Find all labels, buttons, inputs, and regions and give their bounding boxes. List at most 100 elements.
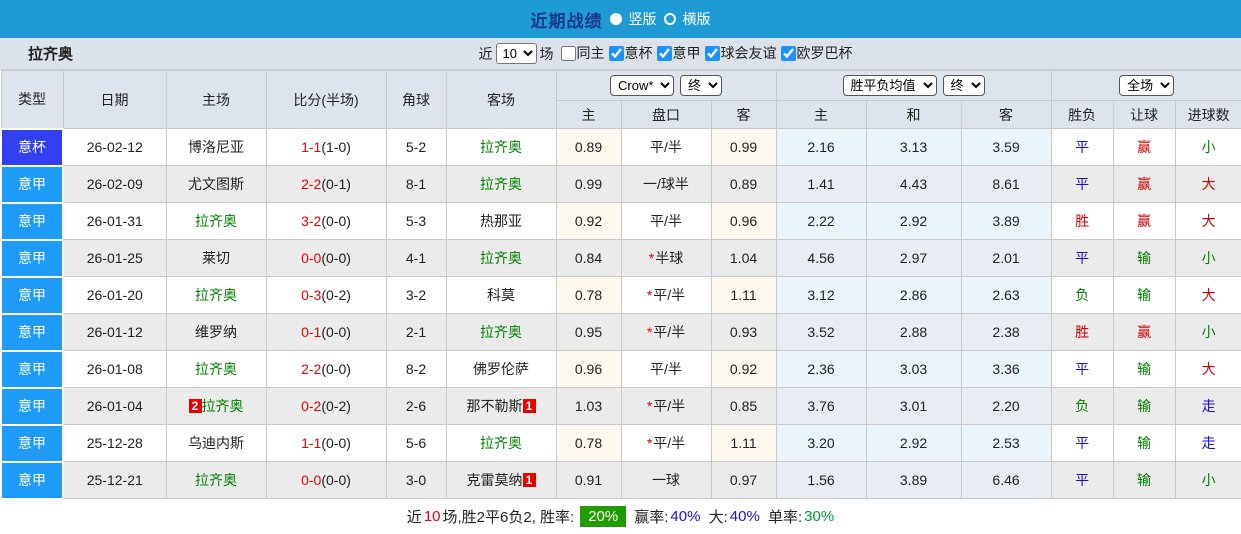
filter-checkbox[interactable]	[704, 45, 720, 61]
cell-match-type: 意甲	[0, 164, 64, 204]
cell-match-type: 意甲	[0, 201, 64, 241]
filter-checkbox[interactable]	[656, 45, 672, 61]
cell-mean-home: 1.56	[775, 461, 867, 499]
cell-mean-away: 3.89	[960, 202, 1052, 240]
cell-score: 2-2(0-1)	[265, 165, 387, 203]
cell-goals-result: 小	[1174, 313, 1241, 351]
recent-count-select[interactable]: 10	[495, 43, 537, 64]
win-label: 赢率:	[634, 509, 669, 526]
cell-match-type: 意甲	[0, 423, 64, 463]
radio-horizontal-layout[interactable]	[663, 13, 676, 25]
full-time-score: 0-1	[301, 324, 322, 340]
filter-checkbox-group[interactable]: 意杯	[608, 43, 653, 63]
filter-checkbox-group[interactable]: 欧罗巴杯	[780, 43, 853, 63]
table-row: 意甲 25-12-21 拉齐奥 0-0(0-0) 3-0 克雷莫纳 1 0.91 一球 0.97 1…	[0, 460, 1241, 500]
cell-date: 26-01-25	[62, 239, 167, 277]
cell-mean-draw: 3.03	[865, 350, 962, 388]
bookmaker-select[interactable]: Crow*	[610, 75, 675, 96]
cell-odds-away: 1.04	[710, 239, 777, 277]
filter-checkbox-group[interactable]: 同主	[560, 43, 605, 63]
cell-home-team: 2 拉齐奥	[165, 387, 267, 425]
cell-mean-draw: 3.13	[865, 128, 962, 166]
cell-odds-home: 0.99	[555, 165, 622, 203]
cell-handicap: *平/半	[620, 313, 712, 351]
half-time-score: (0-0)	[321, 213, 351, 229]
cell-match-type: 意甲	[0, 349, 64, 389]
cell-handicap-result: 赢	[1112, 128, 1176, 166]
cell-mean-draw: 2.92	[865, 202, 962, 240]
cell-mean-away: 2.20	[960, 387, 1052, 425]
results-table: 类型 日期 主场 比分(半场) 角球 客场 Crow* 终 胜平负均值 终 全场…	[0, 70, 1241, 500]
cell-handicap: 平/半	[620, 350, 712, 388]
mean-group-header: 胜平负均值 终	[775, 70, 1052, 101]
odds-time-select-1[interactable]: 终	[680, 75, 723, 96]
cell-away-team: 那不勒斯 1	[445, 387, 557, 425]
handicap-change-star: *	[646, 324, 653, 340]
team-name: 拉齐奥	[480, 176, 522, 192]
team-name: 拉齐奥	[195, 287, 237, 303]
team-name: 拉齐奥	[195, 213, 237, 229]
rank-badge: 1	[522, 399, 536, 413]
rank-badge: 2	[188, 399, 202, 413]
odds-time-select-2[interactable]: 终	[942, 75, 985, 96]
cell-mean-draw: 3.01	[865, 387, 962, 425]
handicap-change-star: *	[646, 398, 653, 414]
cell-mean-home: 2.16	[775, 128, 867, 166]
big-value: 40%	[729, 508, 760, 525]
team-name: 克雷莫纳	[466, 472, 523, 488]
summary-prefix: 近	[406, 509, 422, 526]
cell-mean-home: 3.76	[775, 387, 867, 425]
filter-checkbox[interactable]	[780, 45, 796, 61]
cell-away-team: 克雷莫纳 1	[445, 461, 557, 499]
header-mean-home: 主	[775, 100, 867, 129]
header-result: 胜负	[1050, 100, 1114, 129]
half-time-score: (0-0)	[321, 435, 351, 451]
filter-checkbox[interactable]	[608, 45, 624, 61]
cell-home-team: 莱切	[165, 239, 267, 277]
filter-checkbox[interactable]	[560, 45, 576, 61]
team-name: 拉齐奥	[480, 324, 522, 340]
results-table-body: 意杯 26-02-12 博洛尼亚 1-1(1-0) 5-2 拉齐奥 0.89 平/半 0.99 2…	[0, 127, 1241, 500]
cell-mean-draw: 3.89	[865, 461, 962, 499]
filter-checkbox-label: 欧罗巴杯	[796, 45, 853, 62]
radio-horizontal-label[interactable]: 横版	[683, 9, 711, 29]
header-odds-away: 客	[710, 100, 777, 129]
cell-handicap-result: 输	[1112, 276, 1176, 314]
cell-mean-away: 3.59	[960, 128, 1052, 166]
cell-result: 胜	[1050, 313, 1114, 351]
radio-vertical-layout[interactable]	[609, 13, 622, 25]
cell-corners: 5-3	[385, 202, 447, 240]
cell-mean-draw: 2.97	[865, 239, 962, 277]
mean-type-select[interactable]: 胜平负均值	[842, 75, 937, 96]
team-name: 热那亚	[480, 213, 522, 229]
full-time-score: 2-2	[301, 176, 322, 192]
team-name: 拉齐奥	[480, 139, 522, 155]
half-time-score: (1-0)	[321, 139, 351, 155]
period-select[interactable]: 全场	[1119, 75, 1175, 96]
cell-match-type: 意杯	[0, 127, 64, 167]
single-value: 30%	[804, 508, 835, 525]
cell-home-team: 拉齐奥	[165, 461, 267, 499]
filter-checkbox-group[interactable]: 意甲	[656, 43, 701, 63]
header-type: 类型	[0, 70, 64, 129]
cell-corners: 2-6	[385, 387, 447, 425]
filter-checkbox-group[interactable]: 球会友谊	[704, 43, 777, 63]
cell-match-type: 意甲	[0, 460, 64, 500]
radio-vertical-label[interactable]: 竖版	[629, 9, 657, 29]
table-row: 意甲 26-02-09 尤文图斯 2-2(0-1) 8-1 拉齐奥 0.99 一/球半 0.89…	[0, 164, 1241, 204]
team-name: 乌迪内斯	[188, 435, 244, 451]
full-time-score: 0-0	[301, 472, 322, 488]
cell-away-team: 热那亚	[445, 202, 557, 240]
cell-away-team: 拉齐奥	[445, 128, 557, 166]
cell-mean-away: 2.38	[960, 313, 1052, 351]
cell-handicap-result: 赢	[1112, 202, 1176, 240]
header-away: 客场	[445, 70, 557, 129]
cell-handicap-result: 输	[1112, 424, 1176, 462]
cell-goals-result: 大	[1174, 165, 1241, 203]
odds-group-header: Crow* 终	[555, 70, 777, 101]
cell-mean-draw: 2.88	[865, 313, 962, 351]
team-name: 博洛尼亚	[188, 139, 244, 155]
cell-away-team: 拉齐奥	[445, 239, 557, 277]
cell-away-team: 拉齐奥	[445, 424, 557, 462]
cell-match-type: 意甲	[0, 238, 64, 278]
